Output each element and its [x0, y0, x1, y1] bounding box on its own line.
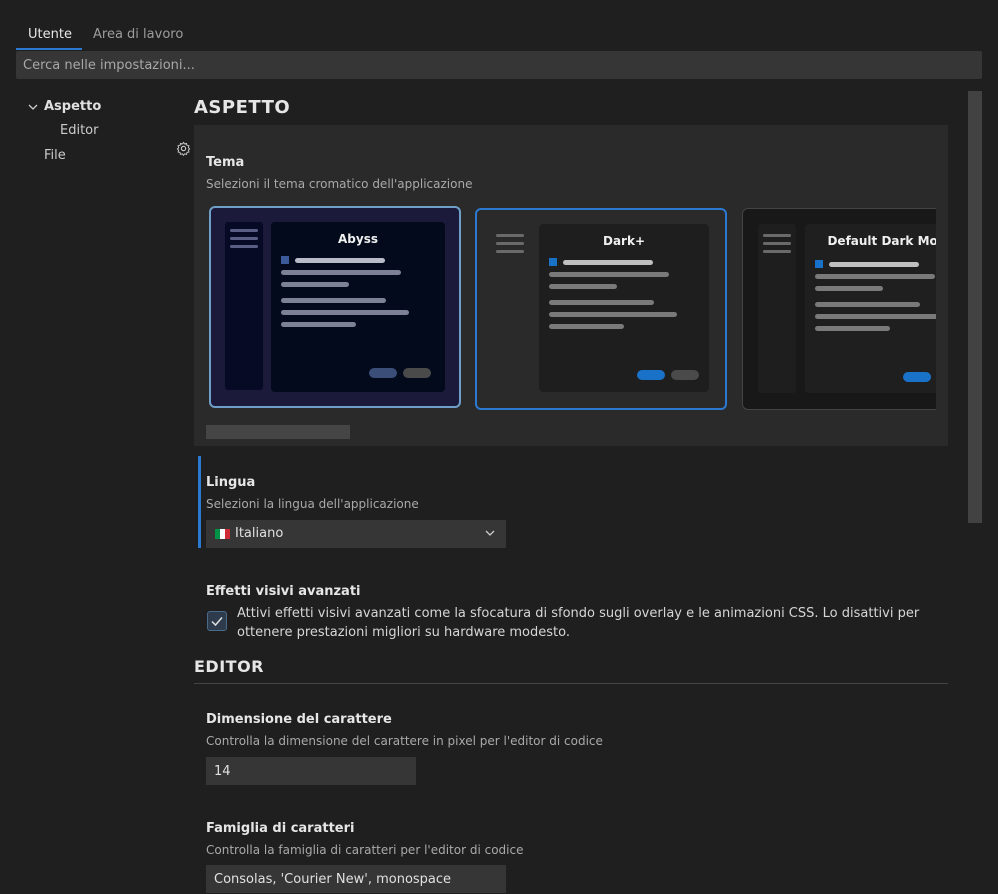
settings-scrollbar[interactable]	[968, 91, 982, 523]
search-input[interactable]	[16, 51, 982, 79]
setting-title-dimensione: Dimensione del carattere	[206, 712, 392, 727]
section-title-aspetto: ASPETTO	[194, 97, 291, 118]
theme-preview-main: Dark+	[539, 224, 709, 392]
tab-area-di-lavoro[interactable]: Area di lavoro	[93, 27, 183, 42]
theme-card-default-dark-mode[interactable]: Default Dark Mode	[742, 208, 936, 410]
chevron-down-icon	[485, 530, 495, 536]
theme-preview-sidebar	[491, 224, 529, 392]
section-divider	[194, 683, 948, 684]
gear-icon[interactable]	[176, 141, 191, 156]
font-size-input[interactable]	[206, 757, 416, 785]
setting-title-tema: Tema	[206, 155, 245, 170]
setting-desc-tema: Selezioni il tema cromatico dell'applica…	[206, 177, 473, 191]
chevron-down-icon[interactable]	[28, 102, 38, 112]
theme-preview-main: Default Dark Mode	[805, 224, 936, 393]
theme-preview-sidebar	[758, 224, 796, 393]
theme-name: Dark+	[602, 234, 645, 248]
check-icon	[211, 617, 223, 627]
theme-cards: Abyss Dark+ Default Dark Mo	[206, 200, 936, 415]
tree-item-aspetto[interactable]: Aspetto	[44, 99, 101, 114]
theme-card-abyss[interactable]: Abyss	[209, 206, 461, 408]
font-family-input[interactable]	[206, 865, 506, 893]
section-title-editor: EDITOR	[194, 657, 264, 676]
theme-carousel-scrollbar[interactable]	[206, 425, 350, 439]
italy-flag-icon	[215, 529, 230, 539]
language-value: Italiano	[235, 526, 284, 541]
active-tab-indicator	[16, 48, 82, 50]
theme-preview-main: Abyss	[271, 222, 445, 392]
tree-item-file[interactable]: File	[44, 148, 66, 163]
theme-name: Default Dark Mode	[827, 234, 936, 248]
language-select[interactable]: Italiano	[206, 520, 506, 548]
setting-title-lingua: Lingua	[206, 475, 256, 490]
theme-preview-sidebar	[225, 222, 263, 390]
tab-utente[interactable]: Utente	[28, 27, 72, 42]
visual-effects-checkbox[interactable]	[207, 611, 227, 631]
tree-item-editor[interactable]: Editor	[60, 123, 98, 138]
setting-desc-effetti: Attivi effetti visivi avanzati come la s…	[237, 606, 920, 640]
theme-name: Abyss	[338, 232, 378, 246]
setting-desc-lingua: Selezioni la lingua dell'applicazione	[206, 497, 419, 511]
focus-indicator	[198, 456, 201, 548]
setting-desc-dimensione: Controlla la dimensione del carattere in…	[206, 734, 603, 748]
setting-desc-famiglia: Controlla la famiglia di caratteri per l…	[206, 843, 524, 857]
setting-title-effetti: Effetti visivi avanzati	[206, 584, 361, 599]
theme-card-dark-plus[interactable]: Dark+	[475, 208, 727, 410]
settings-search	[16, 51, 982, 79]
setting-title-famiglia: Famiglia di caratteri	[206, 821, 355, 836]
